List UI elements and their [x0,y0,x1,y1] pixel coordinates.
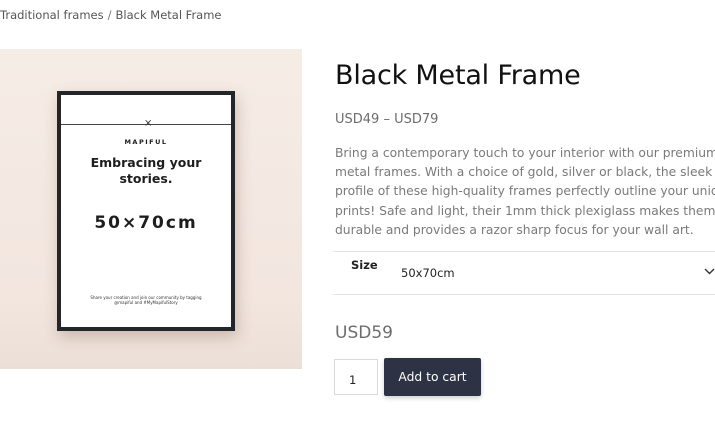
poster-tagline: Embracing your stories. [71,155,221,187]
poster-tagline-line2: stories. [119,171,173,186]
poster-brand: MAPIFUL [124,138,168,146]
chevron-down-icon [704,268,715,275]
poster-size-text: 50×70cm [94,213,198,233]
add-to-cart-button[interactable]: Add to cart [384,358,481,396]
product-page: Traditional frames / Black Metal Frame ⨯ M… [0,0,715,421]
poster-small-print: Share your creation and join our communi… [90,295,202,305]
current-price: USD59 [335,323,393,343]
divider [333,251,715,252]
poster-tagline-line1: Embracing your [90,155,202,170]
description-line: profile of these high-quality frames per… [335,184,715,199]
size-select[interactable]: 50x70cm [385,258,715,288]
product-image[interactable]: ⨯ MAPIFUL Embracing your stories. 50×70c… [0,49,302,369]
breadcrumb-link-traditional-frames[interactable]: Traditional frames [0,8,104,22]
breadcrumb: Traditional frames / Black Metal Frame [0,8,222,22]
price-range: USD49 – USD79 [335,112,439,127]
description-line: durable and provides a razor sharp focus… [335,222,694,237]
product-description: Bring a contemporary touch to your inter… [335,144,715,244]
size-label: Size [351,258,378,272]
divider [333,294,715,295]
quantity-input[interactable]: 1 [334,359,378,395]
frame-mockup: ⨯ MAPIFUL Embracing your stories. 50×70c… [57,91,235,331]
poster: ⨯ MAPIFUL Embracing your stories. 50×70c… [61,95,231,327]
description-line: prints! Safe and light, their 1mm thick … [335,203,715,218]
breadcrumb-separator: / [107,8,112,22]
description-line: Bring a contemporary touch to your inter… [335,146,715,160]
breadcrumb-current: Black Metal Frame [115,8,222,22]
description-line: metal frames. With a choice of gold, sil… [335,165,713,180]
bow-icon: ⨯ [144,118,153,129]
size-select-value: 50x70cm [401,266,455,280]
product-title: Black Metal Frame [335,60,581,91]
